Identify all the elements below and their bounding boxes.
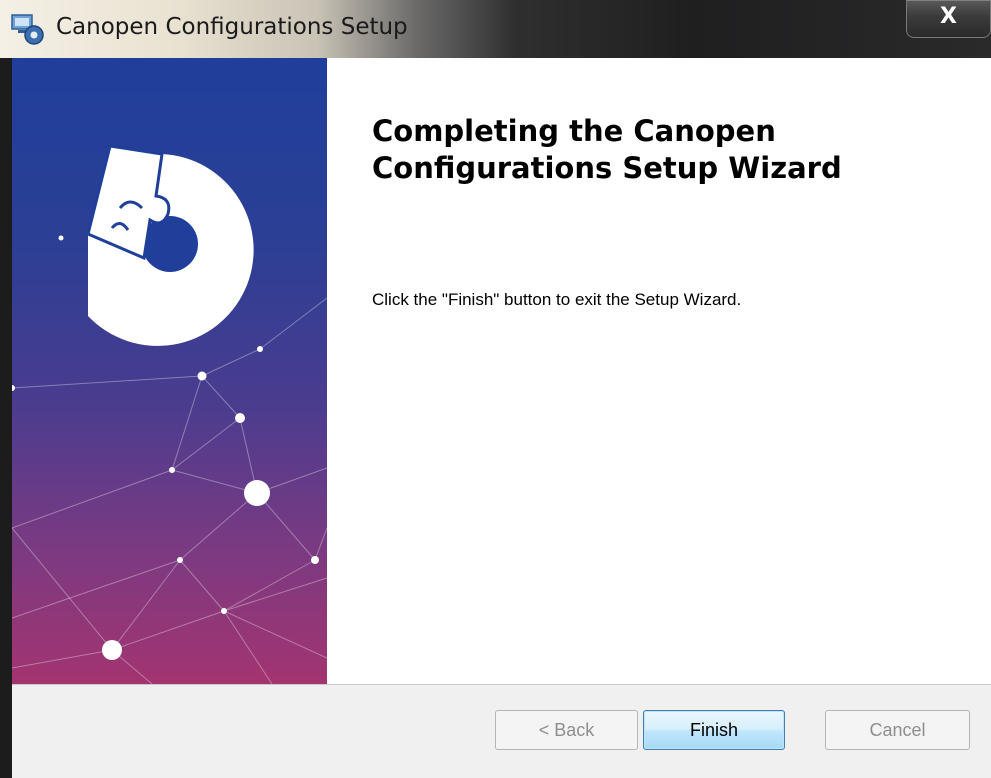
banner-art bbox=[12, 144, 327, 684]
close-button[interactable]: X bbox=[906, 0, 991, 38]
setup-app-icon bbox=[11, 14, 44, 45]
window-title: Canopen Configurations Setup bbox=[56, 14, 408, 40]
wizard-content: Completing the Canopen Configurations Se… bbox=[327, 58, 991, 684]
puzzle-logo-icon bbox=[86, 144, 254, 346]
close-icon: X bbox=[940, 4, 957, 29]
cancel-button[interactable]: Cancel bbox=[825, 710, 970, 750]
side-banner bbox=[12, 58, 327, 684]
finish-button[interactable]: Finish bbox=[643, 710, 785, 750]
title-bar: Canopen Configurations Setup X bbox=[0, 0, 991, 58]
window-left-border bbox=[0, 58, 12, 778]
wizard-message: Click the "Finish" button to exit the Se… bbox=[372, 290, 742, 309]
wizard-heading: Completing the Canopen Configurations Se… bbox=[372, 114, 842, 185]
back-button[interactable]: < Back bbox=[495, 710, 638, 750]
